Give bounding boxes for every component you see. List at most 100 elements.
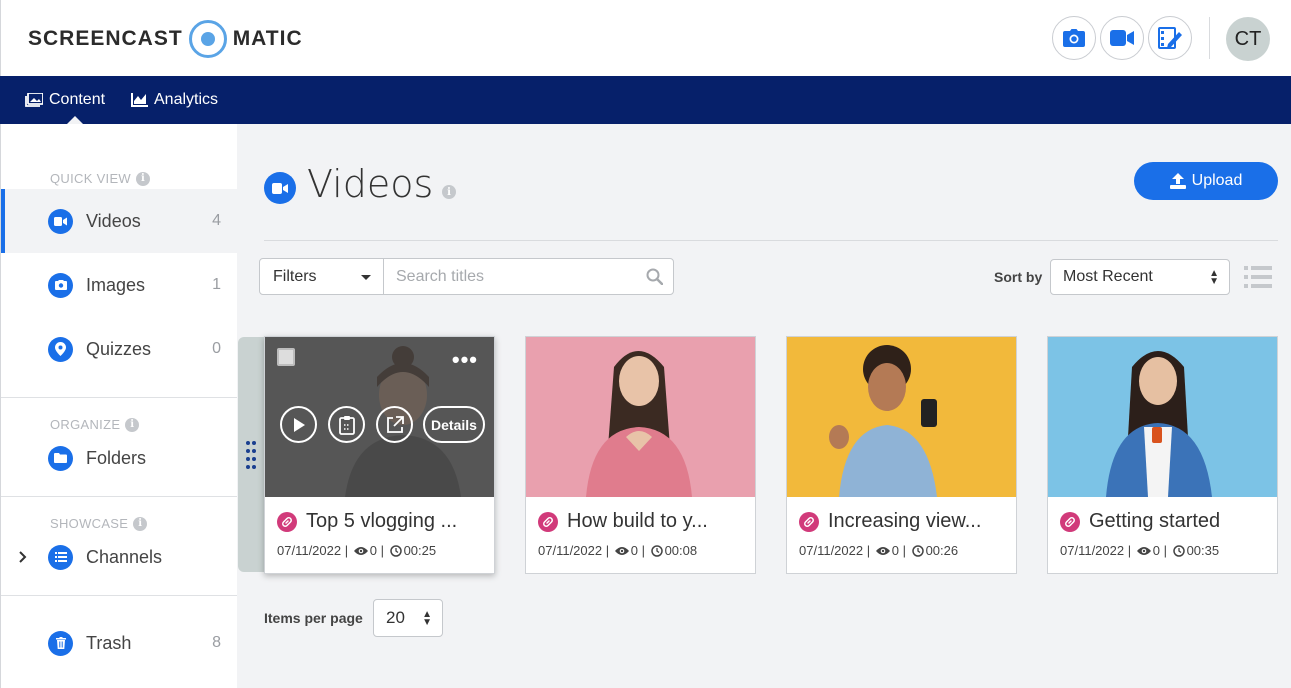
screenshot-button[interactable]: [1052, 16, 1096, 60]
video-card[interactable]: ••• Details Top 5 vlogging ... 07/11/202…: [264, 336, 495, 574]
video-views: 0: [369, 543, 377, 558]
select-checkbox[interactable]: [277, 348, 295, 366]
play-button[interactable]: [280, 406, 317, 443]
logo-text-right: MATIC: [232, 27, 303, 50]
select-arrows-icon: ▲ ▼: [422, 609, 432, 628]
video-thumbnail[interactable]: ••• Details: [265, 337, 494, 497]
caret-down-icon: [361, 275, 371, 280]
sidebar-item-images[interactable]: Images 1: [1, 253, 237, 317]
sidebar-divider: [1, 496, 237, 497]
editor-icon: [1158, 27, 1182, 49]
sidebar-item-count: 4: [212, 212, 221, 229]
video-title-text: Increasing view...: [828, 510, 982, 532]
chevron-right-icon[interactable]: [19, 551, 27, 563]
eye-icon: [614, 546, 629, 555]
eye-icon: [353, 546, 368, 555]
video-meta: 07/11/2022 | 0 | 00:26: [799, 543, 959, 558]
list-view-icon[interactable]: [1244, 266, 1272, 288]
screencast-matic-logo[interactable]: SCREENCAST MATIC: [28, 19, 303, 59]
trash-icon: [48, 630, 73, 656]
search-icon[interactable]: [646, 268, 663, 285]
share-button[interactable]: [376, 406, 413, 443]
sidebar-item-label: Images: [86, 274, 146, 295]
quiz-icon: [48, 336, 73, 362]
sort-select-value: Most Recent: [1063, 268, 1153, 285]
upload-icon: [1169, 173, 1186, 189]
user-avatar[interactable]: CT: [1226, 17, 1270, 61]
logo-text-left: SCREENCAST: [28, 27, 183, 50]
sidebar-item-channels[interactable]: Channels: [1, 525, 237, 589]
items-per-page-value: 20: [386, 608, 405, 627]
upload-button[interactable]: Upload: [1134, 162, 1278, 200]
folder-icon: [48, 445, 73, 471]
clock-icon: [911, 544, 924, 557]
video-meta: 07/11/2022 | 0 | 00:25: [277, 543, 437, 558]
video-views: 0: [630, 543, 638, 558]
quick-view-label: QUICK VIEW: [50, 171, 132, 186]
video-date: 07/11/2022: [1060, 543, 1125, 558]
clock-icon: [1172, 544, 1185, 557]
search-input[interactable]: [384, 259, 634, 294]
filters-dropdown[interactable]: Filters: [259, 258, 384, 295]
video-meta: 07/11/2022 | 0 | 00:08: [538, 543, 698, 558]
page-title: Videos: [307, 162, 434, 206]
sidebar-divider: [1, 595, 237, 596]
filters-label: Filters: [273, 267, 317, 285]
items-per-page-select[interactable]: 20 ▲ ▼: [373, 599, 443, 637]
nav-tab-analytics[interactable]: Analytics: [131, 76, 218, 124]
copy-link-button[interactable]: [328, 406, 365, 443]
video-views: 0: [891, 543, 899, 558]
video-icon: [48, 208, 73, 234]
video-thumbnail[interactable]: [787, 337, 1016, 497]
video-title[interactable]: Top 5 vlogging ...: [277, 510, 457, 533]
sidebar-item-folders[interactable]: Folders: [1, 426, 237, 490]
sort-select[interactable]: Most Recent ▲ ▼: [1050, 259, 1230, 295]
sidebar-item-quizzes[interactable]: Quizzes 0: [1, 317, 237, 381]
drag-handle-icon[interactable]: [246, 440, 256, 470]
eye-icon: [875, 546, 890, 555]
video-card[interactable]: Increasing view... 07/11/2022 | 0 | 00:2…: [786, 336, 1017, 574]
video-card[interactable]: How build to y... 07/11/2022 | 0 | 00:08: [525, 336, 756, 574]
upload-button-label: Upload: [1191, 172, 1243, 189]
link-icon: [799, 511, 819, 532]
clock-icon: [650, 544, 663, 557]
video-camera-icon: [1110, 30, 1134, 46]
header-divider: [264, 240, 1278, 241]
list-icon: [48, 544, 73, 570]
sidebar-item-label: Videos: [86, 210, 141, 231]
link-icon: [538, 511, 558, 532]
more-options-icon[interactable]: •••: [452, 347, 478, 373]
share-external-icon: [386, 415, 404, 433]
info-icon[interactable]: i: [442, 185, 456, 199]
video-editor-button[interactable]: [1148, 16, 1192, 60]
info-icon[interactable]: i: [136, 171, 151, 186]
video-views: 0: [1152, 543, 1160, 558]
details-button[interactable]: Details: [423, 406, 485, 443]
content-icon: [25, 93, 43, 107]
sidebar-item-label: Trash: [86, 632, 132, 653]
video-thumbnail[interactable]: [1048, 337, 1277, 497]
eye-icon: [1136, 546, 1151, 555]
header-divider: [1209, 17, 1210, 59]
record-video-button[interactable]: [1100, 16, 1144, 60]
video-title[interactable]: How build to y...: [538, 510, 708, 533]
sidebar-item-videos[interactable]: Videos 4: [1, 189, 237, 253]
sidebar-divider: [1, 397, 237, 398]
nav-tab-content[interactable]: Content: [25, 76, 105, 124]
sidebar: QUICK VIEW i Videos 4 Images 1 Quizzes 0 …: [0, 124, 237, 688]
video-duration: 00:25: [403, 543, 437, 558]
video-title[interactable]: Getting started: [1060, 510, 1220, 533]
video-title[interactable]: Increasing view...: [799, 510, 981, 533]
sidebar-item-trash[interactable]: Trash 8: [1, 611, 237, 675]
video-duration: 00:08: [664, 543, 698, 558]
video-card[interactable]: Getting started 07/11/2022 | 0 | 00:35: [1047, 336, 1278, 574]
link-icon: [1060, 511, 1080, 532]
sidebar-item-label: Quizzes: [86, 338, 152, 359]
select-arrows-icon: ▲ ▼: [1209, 268, 1219, 287]
sidebar-item-label: Folders: [86, 447, 147, 468]
analytics-chart-icon: [131, 93, 148, 107]
video-title-text: Getting started: [1089, 510, 1221, 532]
sidebar-item-count: 1: [212, 276, 221, 293]
link-icon: [277, 511, 297, 532]
video-thumbnail[interactable]: [526, 337, 755, 497]
